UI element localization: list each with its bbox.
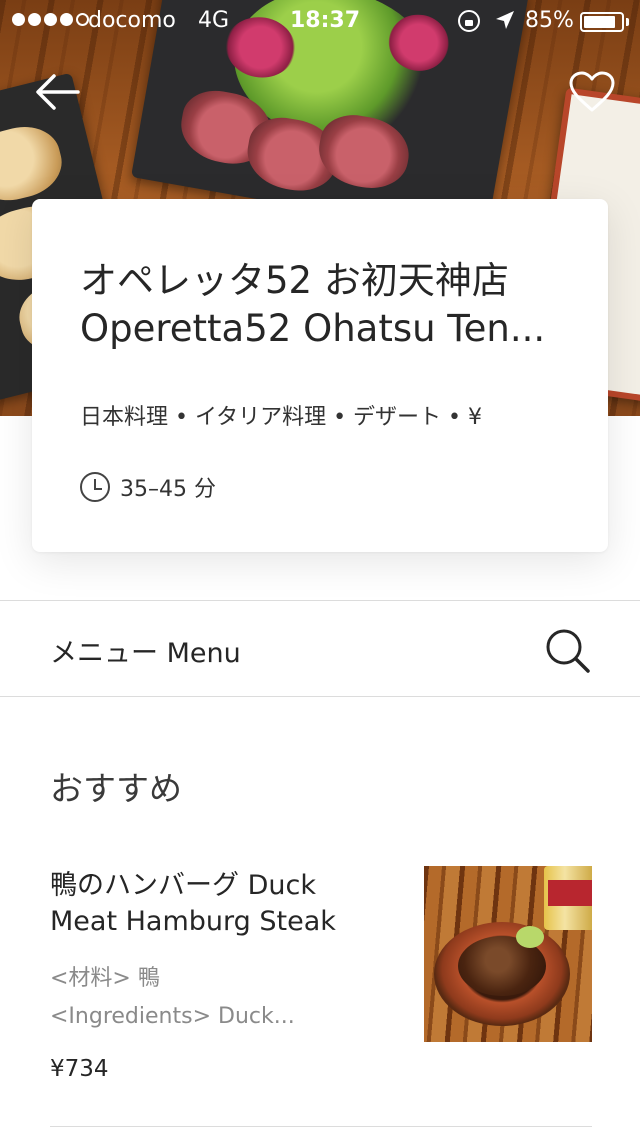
restaurant-name: オペレッタ52 お初天神店 Operetta52 Ohatsu Ten... <box>80 257 570 353</box>
restaurant-info-card: オペレッタ52 お初天神店 Operetta52 Ohatsu Ten... 日… <box>32 199 608 552</box>
menu-item-price: ¥734 <box>50 1056 109 1082</box>
restaurant-name-en: Operetta52 Ohatsu Ten... <box>80 307 546 350</box>
heart-outline-icon <box>569 71 615 112</box>
favorite-button[interactable] <box>568 70 616 114</box>
menu-item-desc-line-1: <材料> 鴨 <box>50 966 160 991</box>
signal-strength-icon <box>12 13 89 26</box>
clock-icon <box>80 472 110 502</box>
carrier-name: docomo <box>88 8 176 33</box>
gyoza <box>0 118 69 209</box>
arrow-left-icon <box>36 74 80 110</box>
tomato-can <box>544 866 592 930</box>
cuisine-tags: 日本料理 • イタリア料理 • デザート • ¥ <box>80 405 483 430</box>
restaurant-name-ja: オペレッタ52 お初天神店 <box>80 259 509 302</box>
search-button[interactable] <box>540 625 596 677</box>
item-divider <box>50 1126 592 1127</box>
delivery-time: 35–45 分 <box>80 471 216 503</box>
section-title-recommended: おすすめ <box>50 769 182 808</box>
menu-item-photo <box>424 866 592 1042</box>
battery-tip <box>626 18 629 26</box>
menu-item-description: <材料> 鴨 <Ingredients> Duck... <box>50 960 390 1036</box>
rotation-lock-icon <box>458 10 480 32</box>
menu-item-name: 鴨のハンバーグ Duck Meat Hamburg Steak <box>50 870 336 937</box>
battery-fill <box>584 16 615 28</box>
search-icon <box>546 629 590 673</box>
garnish-leaf <box>516 926 544 948</box>
menu-item[interactable]: 鴨のハンバーグ Duck Meat Hamburg Steak <材料> 鴨 <… <box>0 850 640 1128</box>
clock-time: 18:37 <box>290 8 361 33</box>
network-type: 4G <box>198 8 230 33</box>
location-arrow-icon <box>496 11 514 29</box>
back-button[interactable] <box>34 70 82 114</box>
menu-label: メニュー Menu <box>50 638 241 669</box>
battery-percent: 85% <box>525 8 574 33</box>
delivery-time-text: 35–45 分 <box>120 477 216 502</box>
battery-icon <box>580 12 624 32</box>
menu-header-bar: メニュー Menu <box>0 600 640 697</box>
menu-item-desc-line-2: <Ingredients> Duck... <box>50 1004 295 1029</box>
status-bar: docomo 4G 18:37 85% <box>0 0 640 40</box>
